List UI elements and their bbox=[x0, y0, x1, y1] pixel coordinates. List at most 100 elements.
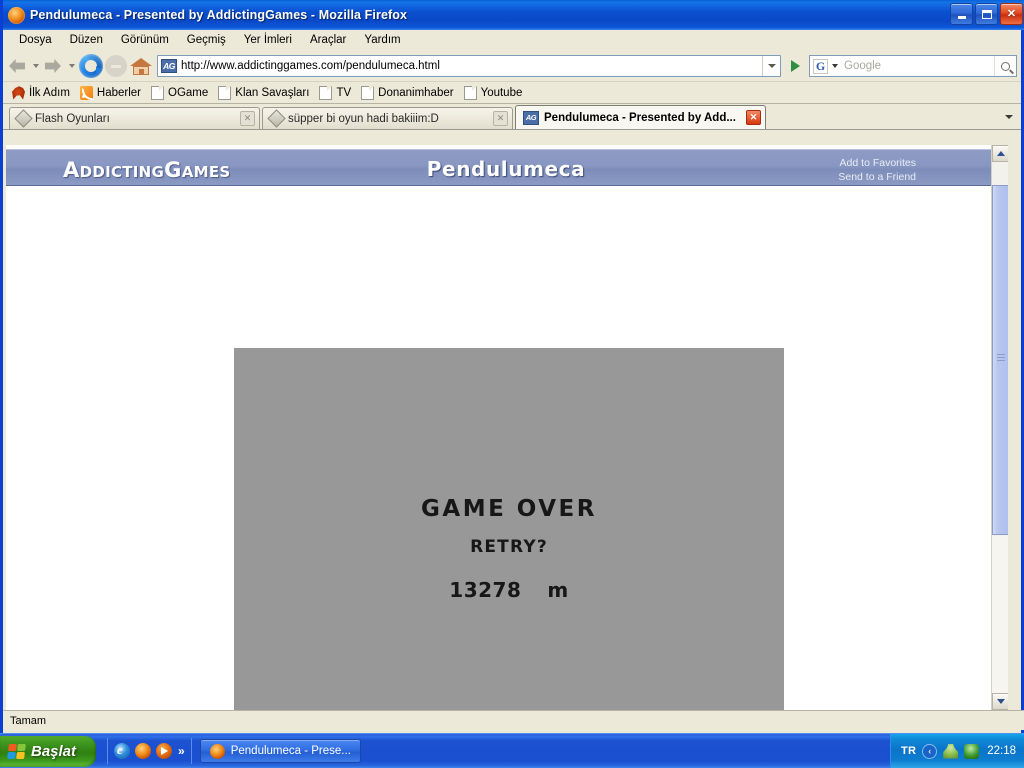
document-icon bbox=[463, 85, 477, 100]
minimize-button[interactable] bbox=[950, 3, 973, 25]
add-to-favorites-link[interactable]: Add to Favorites bbox=[838, 157, 916, 171]
forward-history-dropdown[interactable] bbox=[67, 53, 77, 79]
firefox-icon[interactable] bbox=[135, 743, 152, 759]
document-icon bbox=[151, 85, 165, 100]
bookmark-label: Donanimhaber bbox=[378, 86, 454, 99]
address-bar[interactable]: AG http://www.addictinggames.com/pendulu… bbox=[157, 55, 781, 77]
search-bar[interactable]: G Google bbox=[809, 55, 1017, 77]
menu-item-duzen[interactable]: Düzen bbox=[61, 32, 112, 48]
bookmark-ilk-adim[interactable]: İlk Adım bbox=[9, 85, 76, 101]
site-header: ADDICTINGGAMES Pendulumeca Add to Favori… bbox=[6, 149, 991, 186]
search-submit-button[interactable] bbox=[994, 56, 1016, 76]
back-history-dropdown[interactable] bbox=[31, 53, 41, 79]
bookmark-ogame[interactable]: OGame bbox=[148, 85, 214, 101]
maximize-button[interactable] bbox=[975, 3, 998, 25]
status-text: Tamam bbox=[10, 714, 47, 727]
game-canvas[interactable]: GAME OVER RETRY? 13278 m bbox=[234, 348, 784, 710]
bookmark-label: TV bbox=[336, 86, 352, 99]
score-display: 13278 m bbox=[234, 578, 784, 602]
tab-strip: Flash Oyunları ✕ süpper bi oyun hadi bak… bbox=[3, 104, 1021, 130]
user-account-icon[interactable] bbox=[943, 743, 959, 759]
diamond-icon bbox=[14, 109, 33, 128]
back-button[interactable] bbox=[7, 53, 29, 79]
windows-logo-icon bbox=[7, 743, 26, 759]
bookmark-label: OGame bbox=[168, 86, 209, 99]
clock[interactable]: 22:18 bbox=[987, 745, 1016, 757]
search-input[interactable]: Google bbox=[841, 60, 994, 72]
media-player-icon[interactable] bbox=[156, 743, 173, 759]
menu-item-dosya[interactable]: Dosya bbox=[10, 32, 61, 48]
tab-flash-oyunlari[interactable]: Flash Oyunları ✕ bbox=[9, 107, 260, 129]
bookmark-haberler[interactable]: Haberler bbox=[77, 85, 147, 101]
menu-item-yer-imleri[interactable]: Yer İmleri bbox=[235, 32, 301, 48]
chevron-down-icon bbox=[996, 699, 1005, 704]
navigation-toolbar: AG http://www.addictinggames.com/pendulu… bbox=[3, 51, 1021, 82]
quick-launch-bar: » bbox=[107, 738, 192, 764]
bookmarks-toolbar: İlk Adım Haberler OGame Klan Savaşları T… bbox=[3, 82, 1021, 104]
menu-item-gecmis[interactable]: Geçmiş bbox=[178, 32, 235, 48]
tab-label: süpper bi oyun hadi bakiiim:D bbox=[288, 112, 439, 125]
chevron-up-icon bbox=[996, 151, 1005, 156]
send-to-a-friend-link[interactable]: Send to a Friend bbox=[838, 171, 916, 185]
forward-button[interactable] bbox=[43, 53, 65, 79]
tab-close-button[interactable]: ✕ bbox=[240, 111, 255, 126]
diamond-icon bbox=[267, 109, 286, 128]
quick-launch-more-button[interactable]: » bbox=[178, 744, 185, 758]
window-titlebar: Pendulumeca - Presented by AddictingGame… bbox=[3, 0, 1024, 30]
site-favicon-icon: AG bbox=[523, 110, 539, 125]
language-indicator[interactable]: TR bbox=[901, 745, 916, 757]
bookmark-youtube[interactable]: Youtube bbox=[461, 85, 529, 101]
network-icon[interactable] bbox=[964, 743, 980, 759]
scrollbar-track[interactable] bbox=[992, 536, 1008, 693]
scrollbar-thumb[interactable] bbox=[992, 185, 1008, 535]
close-button[interactable]: ✕ bbox=[1000, 3, 1023, 25]
document-icon bbox=[361, 85, 375, 100]
bookmark-klan-savaslari[interactable]: Klan Savaşları bbox=[215, 85, 315, 101]
reload-button[interactable] bbox=[79, 53, 103, 79]
stop-button[interactable] bbox=[105, 53, 127, 79]
bookmark-label: Youtube bbox=[480, 86, 523, 99]
tab-label: Flash Oyunları bbox=[35, 112, 110, 125]
tab-close-button[interactable]: ✕ bbox=[746, 110, 761, 125]
address-dropdown-icon[interactable] bbox=[762, 56, 779, 76]
bookmark-label: Haberler bbox=[96, 86, 142, 99]
page-viewport: ADDICTINGGAMES Pendulumeca Add to Favori… bbox=[6, 145, 1008, 710]
bookmark-label: İlk Adım bbox=[29, 86, 70, 99]
start-button[interactable]: Başlat bbox=[0, 735, 97, 767]
score-value: 13278 bbox=[449, 578, 522, 602]
menu-item-gorunum[interactable]: Görünüm bbox=[112, 32, 178, 48]
url-text: http://www.addictinggames.com/pendulumec… bbox=[181, 60, 440, 72]
search-engine-dropdown-icon[interactable] bbox=[830, 56, 841, 76]
menu-item-yardim[interactable]: Yardım bbox=[355, 32, 409, 48]
menu-item-araclar[interactable]: Araçlar bbox=[301, 32, 355, 48]
firefox-icon bbox=[209, 743, 225, 759]
retry-prompt[interactable]: RETRY? bbox=[234, 537, 784, 557]
horse-icon bbox=[12, 86, 25, 100]
browser-window: Pendulumeca - Presented by AddictingGame… bbox=[0, 0, 1024, 733]
vertical-scrollbar[interactable] bbox=[991, 145, 1008, 710]
document-icon bbox=[319, 85, 333, 100]
home-icon bbox=[129, 55, 153, 77]
score-unit: m bbox=[547, 578, 569, 602]
go-button[interactable] bbox=[785, 55, 805, 77]
home-button[interactable] bbox=[129, 53, 153, 79]
task-button-pendulumeca[interactable]: Pendulumeca - Prese... bbox=[199, 739, 361, 763]
forward-arrow-icon bbox=[43, 56, 65, 76]
tab-label: Pendulumeca - Presented by Add... bbox=[544, 111, 736, 124]
scroll-up-button[interactable] bbox=[992, 145, 1008, 162]
tab-pendulumeca[interactable]: AG Pendulumeca - Presented by Add... ✕ bbox=[515, 105, 766, 129]
status-bar: Tamam bbox=[3, 710, 1024, 730]
bookmark-tv[interactable]: TV bbox=[316, 85, 357, 101]
desktop-screen: Pendulumeca - Presented by AddictingGame… bbox=[0, 0, 1024, 768]
bookmark-donanimhaber[interactable]: Donanimhaber bbox=[358, 85, 459, 101]
firefox-icon bbox=[8, 6, 25, 24]
tab-close-button[interactable]: ✕ bbox=[493, 111, 508, 126]
tab-supper-bi-oyun[interactable]: süpper bi oyun hadi bakiiim:D ✕ bbox=[262, 107, 513, 129]
show-hidden-icons-button[interactable]: ‹ bbox=[922, 743, 938, 759]
system-tray: TR ‹ 22:18 bbox=[889, 733, 1024, 768]
scroll-down-button[interactable] bbox=[992, 693, 1008, 710]
tab-list-dropdown-icon[interactable] bbox=[1001, 108, 1017, 126]
taskbar: Başlat » Pendulumeca - Prese... TR ‹ 22:… bbox=[0, 733, 1024, 768]
google-icon: G bbox=[813, 58, 828, 74]
internet-explorer-icon[interactable] bbox=[114, 742, 131, 759]
